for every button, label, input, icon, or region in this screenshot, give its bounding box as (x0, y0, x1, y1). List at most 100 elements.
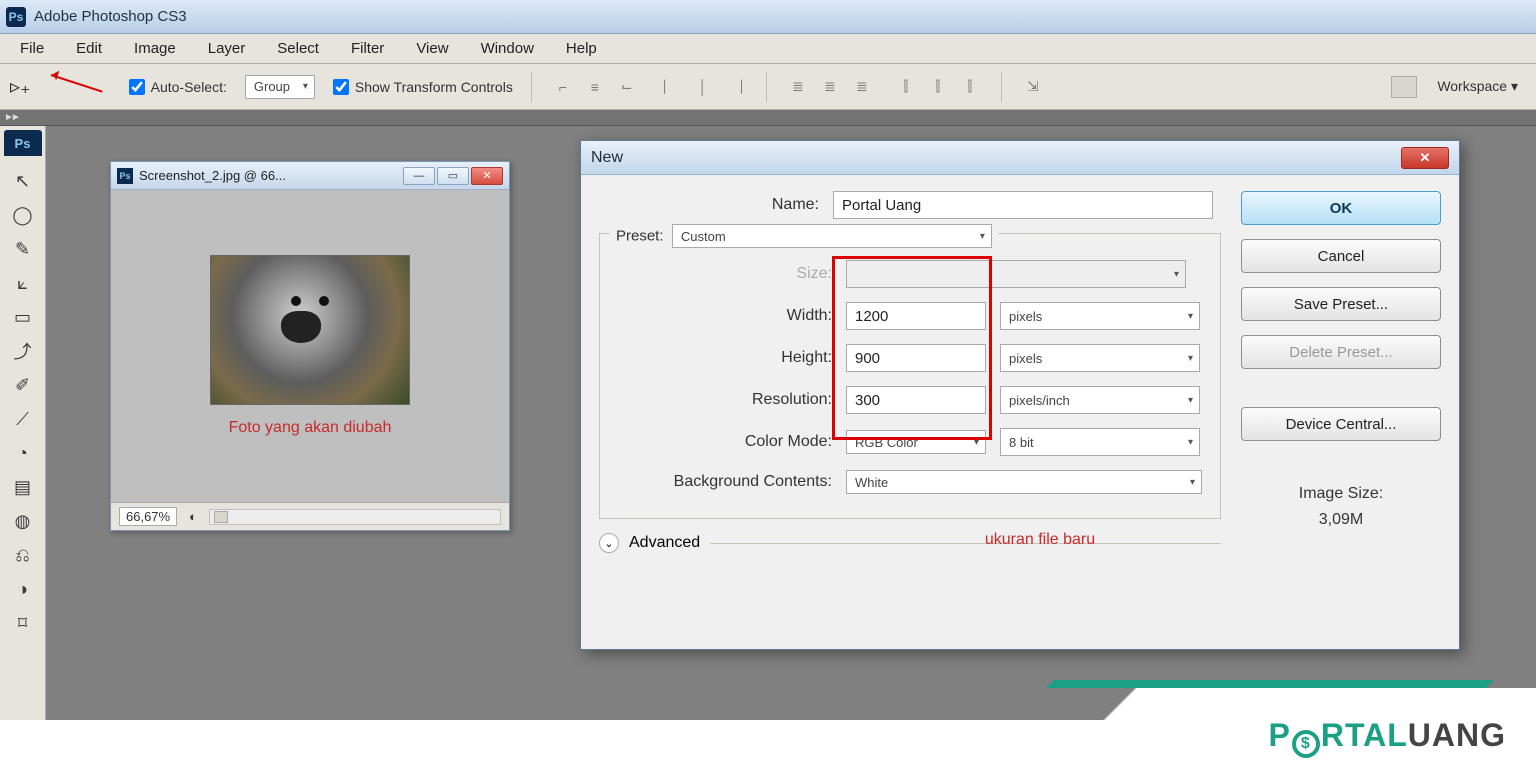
close-button[interactable]: ✕ (471, 167, 503, 185)
ok-button[interactable]: OK (1241, 191, 1441, 225)
image-caption: Foto yang akan diubah (229, 419, 392, 437)
resolution-label: Resolution: (612, 391, 832, 409)
size-label: Size: (612, 265, 832, 283)
divider (531, 72, 532, 102)
menu-select[interactable]: Select (261, 36, 335, 61)
width-unit-combo[interactable]: pixels (1000, 302, 1200, 330)
scroll-left-icon[interactable] (214, 511, 228, 523)
align-bottom-icon[interactable]: ⌙ (614, 74, 640, 100)
annotation-note: ukuran file baru (859, 531, 1221, 549)
resolution-input[interactable] (846, 386, 986, 414)
divider (766, 72, 767, 102)
menu-filter[interactable]: Filter (335, 36, 400, 61)
device-central-button[interactable]: Device Central... (1241, 407, 1441, 441)
resolution-unit-combo[interactable]: pixels/inch (1000, 386, 1200, 414)
document-icon: Ps (117, 168, 133, 184)
menu-window[interactable]: Window (465, 36, 550, 61)
align-vcenter-icon[interactable]: ≡ (582, 74, 608, 100)
dist-bottom-icon[interactable]: ≣ (849, 74, 875, 100)
move-tool-icon[interactable]: ↖ (3, 164, 43, 198)
slice-tool-icon[interactable]: ▭ (3, 300, 43, 334)
new-document-dialog: New ✕ Name: Preset: Custom Size: (580, 140, 1460, 650)
background-combo[interactable]: White (846, 470, 1202, 494)
watermark: P$RTALUANG (1136, 688, 1536, 768)
workspace-menu[interactable]: Workspace ▾ (1437, 78, 1518, 95)
show-transform-checkbox[interactable]: Show Transform Controls (333, 79, 513, 95)
advanced-toggle[interactable]: ⌄ (599, 533, 619, 553)
color-mode-combo[interactable]: RGB Color (846, 430, 986, 454)
document-title-bar[interactable]: Ps Screenshot_2.jpg @ 66... — ▭ ✕ (111, 162, 509, 190)
h-scrollbar[interactable] (209, 509, 501, 525)
save-preset-button[interactable]: Save Preset... (1241, 287, 1441, 321)
brush-tool-icon[interactable]: ✐ (3, 368, 43, 402)
dist-vcenter-icon[interactable]: ≣ (817, 74, 843, 100)
menu-layer[interactable]: Layer (192, 36, 262, 61)
color-mode-label: Color Mode: (612, 433, 832, 451)
height-input[interactable] (846, 344, 986, 372)
image-size-value: 3,09M (1241, 511, 1441, 529)
lasso-tool-icon[interactable]: ✎ (3, 232, 43, 266)
app-icon: Ps (6, 7, 26, 27)
auto-select-checkbox[interactable]: Auto-Select: (129, 79, 227, 95)
menu-edit[interactable]: Edit (60, 36, 118, 61)
align-hcenter-icon[interactable]: │ (690, 74, 716, 100)
dodge-tool-icon[interactable]: ◑ (3, 572, 43, 606)
eraser-tool-icon[interactable]: ▤ (3, 470, 43, 504)
koala-image (210, 255, 410, 405)
tool-palette: Ps ↖ ◯ ✎ ⟀ ▭ ⤴ ✐ ⟋ ◔ ▤ ◍ ⎌ ◑ ⌑ (0, 126, 46, 720)
pen-tool-icon[interactable]: ⌑ (3, 606, 43, 640)
options-bar: ▹₊ Auto-Select: Group Show Transform Con… (0, 64, 1536, 110)
blur-tool-icon[interactable]: ⎌ (3, 538, 43, 572)
height-unit-combo[interactable]: pixels (1000, 344, 1200, 372)
annotation-arrow (51, 72, 111, 102)
cancel-button[interactable]: Cancel (1241, 239, 1441, 273)
divider (710, 543, 1221, 544)
palette-tab-icon[interactable]: Ps (4, 130, 42, 156)
name-input[interactable] (833, 191, 1213, 219)
dist-left-icon[interactable]: ⫿ (893, 74, 919, 100)
marquee-tool-icon[interactable]: ◯ (3, 198, 43, 232)
dock-strip[interactable]: ►► (0, 110, 1536, 126)
color-depth-combo[interactable]: 8 bit (1000, 428, 1200, 456)
menu-view[interactable]: View (400, 36, 464, 61)
align-left-icon[interactable]: ⎸ (658, 74, 684, 100)
auto-select-mode-combo[interactable]: Group (245, 75, 315, 99)
document-status-bar: 66,67% ◐ (111, 502, 509, 530)
dist-hcenter-icon[interactable]: ⫿ (925, 74, 951, 100)
dist-right-icon[interactable]: ⫿ (957, 74, 983, 100)
dist-top-icon[interactable]: ≣ (785, 74, 811, 100)
zoom-field[interactable]: 66,67% (119, 507, 177, 526)
divider (1001, 72, 1002, 102)
menu-image[interactable]: Image (118, 36, 192, 61)
dialog-title-bar[interactable]: New ✕ (581, 141, 1459, 175)
menu-help[interactable]: Help (550, 36, 613, 61)
minimize-button[interactable]: — (403, 167, 435, 185)
gradient-tool-icon[interactable]: ◍ (3, 504, 43, 538)
width-input[interactable] (846, 302, 986, 330)
delete-preset-button: Delete Preset... (1241, 335, 1441, 369)
background-label: Background Contents: (612, 473, 832, 491)
dialog-close-button[interactable]: ✕ (1401, 147, 1449, 169)
app-title: Adobe Photoshop CS3 (34, 8, 187, 25)
doc-info-icon[interactable]: ◐ (189, 509, 197, 524)
distribute-h-icons: ⫿ ⫿ ⫿ (893, 74, 983, 100)
menu-bar: File Edit Image Layer Select Filter View… (0, 34, 1536, 64)
workspace-area: Ps ↖ ◯ ✎ ⟀ ▭ ⤴ ✐ ⟋ ◔ ▤ ◍ ⎌ ◑ ⌑ Ps Screen… (0, 126, 1536, 720)
distribute-icons: ≣ ≣ ≣ (785, 74, 875, 100)
align-top-icon[interactable]: ⌐ (550, 74, 576, 100)
crop-tool-icon[interactable]: ⟀ (3, 266, 43, 300)
align-right-icon[interactable]: ⎹ (722, 74, 748, 100)
menu-file[interactable]: File (4, 36, 60, 61)
dialog-title: New (591, 149, 623, 167)
preset-combo[interactable]: Custom (672, 224, 992, 248)
auto-align-icon[interactable]: ⇲ (1020, 74, 1046, 100)
stamp-tool-icon[interactable]: ⟋ (3, 402, 43, 436)
advanced-label: Advanced (629, 534, 700, 552)
history-brush-icon[interactable]: ◔ (3, 436, 43, 470)
title-bar: Ps Adobe Photoshop CS3 (0, 0, 1536, 34)
maximize-button[interactable]: ▭ (437, 167, 469, 185)
name-label: Name: (599, 196, 819, 214)
healing-tool-icon[interactable]: ⤴ (3, 334, 43, 368)
document-canvas[interactable]: Foto yang akan diubah (111, 190, 509, 502)
screen-mode-icon[interactable] (1391, 76, 1417, 98)
